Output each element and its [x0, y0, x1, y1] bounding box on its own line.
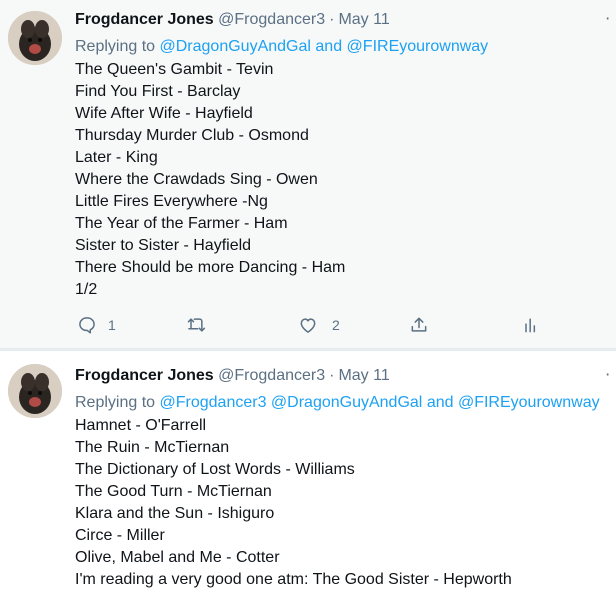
tweet-line: Sister to Sister - Hayfield [75, 237, 252, 254]
more-icon[interactable]: ⋅ [605, 366, 611, 386]
tweet-line: Where the Crawdads Sing - Owen [75, 171, 318, 188]
replying-prefix: Replying to [75, 394, 156, 411]
tweet-line: Little Fires Everywhere -Ng [75, 193, 268, 210]
tweet-line: There Should be more Dancing - Ham [75, 259, 346, 276]
tweet-line: The Ruin - McTiernan [75, 439, 230, 456]
tweet-line: Circe - Miller [75, 527, 165, 544]
tweet-line: Find You First - Barclay [75, 83, 241, 100]
like-button[interactable]: 2 [298, 313, 340, 337]
tweet-header: Frogdancer Jones @Frogdancer3 · May 11 ⋅ [75, 10, 610, 30]
mention-link[interactable]: @Frogdancer3 [160, 394, 267, 411]
tweet-line: Thursday Murder Club - Osmond [75, 127, 309, 144]
tweet-text: The Queen's Gambit - Tevin Find You Firs… [75, 59, 345, 301]
share-button[interactable] [409, 313, 429, 337]
mention-link[interactable]: @DragonGuyAndGal [160, 38, 311, 55]
tweet-text: Hamnet - O'Farrell The Ruin - McTiernan … [75, 415, 512, 591]
tweet-line: The Queen's Gambit - Tevin [75, 61, 274, 78]
tweet-line: Later - King [75, 149, 158, 166]
analytics-icon [525, 318, 536, 333]
tweet-1[interactable]: Frogdancer Jones @Frogdancer3 · May 11 ⋅ R… [0, 0, 616, 348]
tweet-2[interactable]: Frogdancer Jones @Frogdancer3 · May 11 ⋅ R… [0, 351, 616, 595]
tweet-line: Hamnet - O'Farrell [75, 417, 207, 434]
mention-joiner[interactable]: and [315, 38, 342, 55]
avatar[interactable] [8, 364, 62, 418]
reply-icon [79, 317, 95, 334]
author-name[interactable]: Frogdancer Jones [75, 11, 214, 28]
replying-to: Replying to @Frogdancer3 @DragonGuyAndGa… [75, 393, 600, 413]
tweet-line: I'm reading a very good one atm: The Goo… [75, 571, 512, 588]
tweet-line: 1/2 [75, 281, 98, 298]
author-handle[interactable]: @Frogdancer3 [218, 367, 325, 384]
retweet-button[interactable] [186, 313, 206, 337]
tweet-line: Olive, Mabel and Me - Cotter [75, 549, 280, 566]
mention-link[interactable]: @FIREyourownway [347, 38, 489, 55]
tweet-actions: 1 2 [75, 313, 605, 337]
tweet-line: The Year of the Farmer - Ham [75, 215, 288, 232]
share-icon [411, 317, 427, 332]
like-count: 2 [332, 317, 340, 333]
mention-link[interactable]: @FIREyourownway [458, 394, 600, 411]
replying-to: Replying to @DragonGuyAndGal and @FIREyo… [75, 37, 488, 57]
tweet-line: The Good Turn - McTiernan [75, 483, 272, 500]
tweet-header: Frogdancer Jones @Frogdancer3 · May 11 ⋅ [75, 366, 610, 386]
analytics-button[interactable] [521, 313, 541, 337]
mention-joiner[interactable]: and [427, 394, 454, 411]
mention-link[interactable]: @DragonGuyAndGal [271, 394, 422, 411]
tweet-line: The Dictionary of Lost Words - Williams [75, 461, 355, 478]
tweet-line: Wife After Wife - Hayfield [75, 105, 253, 122]
reply-button[interactable]: 1 [77, 313, 116, 337]
tweet-line: Klara and the Sun - Ishiguro [75, 505, 275, 522]
separator-dot: · [329, 367, 335, 384]
tweet-date[interactable]: May 11 [338, 11, 389, 28]
retweet-icon [187, 318, 206, 332]
separator-dot: · [329, 11, 335, 28]
like-icon [300, 318, 316, 333]
replying-prefix: Replying to [75, 38, 156, 55]
reply-count: 1 [108, 317, 116, 333]
author-name[interactable]: Frogdancer Jones [75, 367, 214, 384]
more-icon[interactable]: ⋅ [605, 10, 611, 30]
author-handle[interactable]: @Frogdancer3 [218, 11, 325, 28]
tweet-date[interactable]: May 11 [338, 367, 389, 384]
avatar[interactable] [8, 11, 62, 65]
